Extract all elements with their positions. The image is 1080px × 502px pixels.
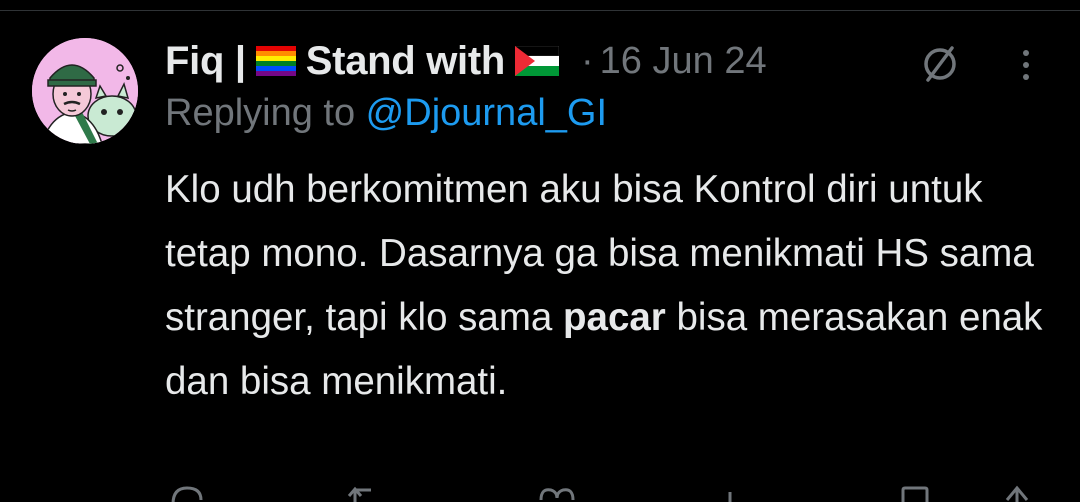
bookmark-icon[interactable] (895, 484, 939, 502)
views-icon[interactable] (720, 484, 764, 502)
author-name[interactable]: Fiq | Stand with (165, 39, 569, 84)
replying-to: Replying to @Djournal_GI (165, 92, 607, 135)
avatar[interactable] (32, 38, 138, 144)
reply-handle-link[interactable]: @Djournal_GI (366, 92, 607, 134)
action-bar (165, 484, 1045, 502)
divider (0, 10, 1080, 11)
like-icon[interactable] (535, 484, 579, 502)
tweet-text: Klo udh berkomitmen aku bisa Kontrol dir… (165, 158, 1065, 414)
tweet-header: Fiq | Stand with · 16 Jun 24 (165, 36, 767, 86)
rainbow-flag-icon (255, 46, 296, 76)
replying-to-label: Replying to (165, 92, 366, 134)
tweet-text-bold: pacar (563, 296, 666, 339)
author-name-prefix: Fiq | (165, 38, 246, 83)
tweet-date[interactable]: 16 Jun 24 (600, 40, 767, 83)
reply-icon[interactable] (165, 484, 209, 502)
more-options-icon[interactable] (1014, 45, 1038, 85)
grok-icon[interactable] (918, 42, 962, 86)
share-icon[interactable] (995, 484, 1039, 502)
author-name-middle: Stand with (305, 38, 506, 83)
palestine-flag-icon (515, 46, 560, 76)
tweet-page: Fiq | Stand with · 16 Jun 24 Replying to… (0, 0, 1080, 502)
separator-dot: · (581, 39, 594, 82)
retweet-icon[interactable] (345, 484, 389, 502)
